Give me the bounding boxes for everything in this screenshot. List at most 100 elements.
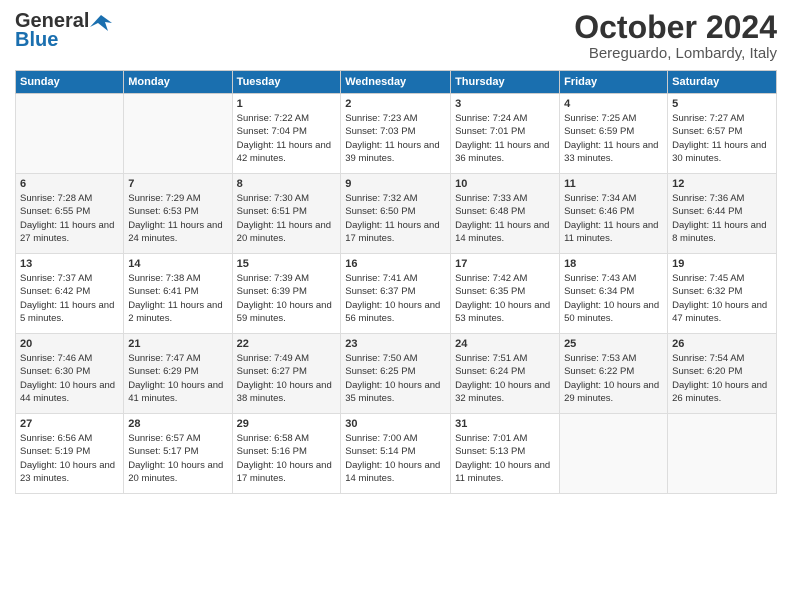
day-number: 12: [672, 178, 772, 190]
calendar-week-1: 1 Sunrise: 7:22 AM Sunset: 7:04 PM Daylig…: [16, 94, 777, 174]
calendar-cell: 29 Sunrise: 6:58 AM Sunset: 5:16 PM Dayli…: [232, 414, 341, 494]
day-info: Sunrise: 7:49 AM Sunset: 6:27 PM Dayligh…: [237, 352, 337, 405]
day-number: 3: [455, 98, 555, 110]
title-section: October 2024 Bereguardo, Lombardy, Italy: [574, 10, 777, 62]
day-number: 13: [20, 258, 119, 270]
day-info: Sunrise: 7:43 AM Sunset: 6:34 PM Dayligh…: [564, 272, 663, 325]
day-number: 1: [237, 98, 337, 110]
day-number: 7: [128, 178, 227, 190]
day-info: Sunrise: 7:45 AM Sunset: 6:32 PM Dayligh…: [672, 272, 772, 325]
day-info: Sunrise: 7:41 AM Sunset: 6:37 PM Dayligh…: [345, 272, 446, 325]
day-number: 22: [237, 338, 337, 350]
header: General Blue October 2024 Bereguardo, Lo…: [15, 10, 777, 62]
calendar-cell: [668, 414, 777, 494]
day-info: Sunrise: 7:51 AM Sunset: 6:24 PM Dayligh…: [455, 352, 555, 405]
day-number: 10: [455, 178, 555, 190]
calendar-cell: 28 Sunrise: 6:57 AM Sunset: 5:17 PM Dayli…: [124, 414, 232, 494]
day-number: 18: [564, 258, 663, 270]
calendar-cell: 24Sunrise: 7:51 AM Sunset: 6:24 PM Dayli…: [451, 334, 560, 414]
day-number: 28: [128, 418, 227, 430]
calendar-cell: 8Sunrise: 7:30 AM Sunset: 6:51 PM Daylig…: [232, 174, 341, 254]
day-info: Sunrise: 7:33 AM Sunset: 6:48 PM Dayligh…: [455, 192, 555, 245]
calendar-cell: 15Sunrise: 7:39 AM Sunset: 6:39 PM Dayli…: [232, 254, 341, 334]
day-info: Sunrise: 7:24 AM Sunset: 7:01 PM Dayligh…: [455, 112, 555, 165]
day-info: Sunrise: 7:53 AM Sunset: 6:22 PM Dayligh…: [564, 352, 663, 405]
day-number: 23: [345, 338, 446, 350]
day-info: Sunrise: 7:50 AM Sunset: 6:25 PM Dayligh…: [345, 352, 446, 405]
day-number: 14: [128, 258, 227, 270]
calendar-table: Sunday Monday Tuesday Wednesday Thursday…: [15, 70, 777, 494]
day-number: 16: [345, 258, 446, 270]
day-number: 29: [237, 418, 337, 430]
col-tuesday: Tuesday: [232, 71, 341, 94]
day-info: Sunrise: 7:37 AM Sunset: 6:42 PM Dayligh…: [20, 272, 119, 325]
calendar-cell: 5 Sunrise: 7:27 AM Sunset: 6:57 PM Daylig…: [668, 94, 777, 174]
day-info: Sunrise: 7:00 AM Sunset: 5:14 PM Dayligh…: [345, 432, 446, 485]
calendar-cell: 4 Sunrise: 7:25 AM Sunset: 6:59 PM Daylig…: [560, 94, 668, 174]
calendar-cell: 21 Sunrise: 7:47 AM Sunset: 6:29 PM Dayli…: [124, 334, 232, 414]
calendar-cell: 6 Sunrise: 7:28 AM Sunset: 6:55 PM Daylig…: [16, 174, 124, 254]
calendar-cell: 26Sunrise: 7:54 AM Sunset: 6:20 PM Dayli…: [668, 334, 777, 414]
calendar-cell: 2 Sunrise: 7:23 AM Sunset: 7:03 PM Daylig…: [341, 94, 451, 174]
day-info: Sunrise: 7:30 AM Sunset: 6:51 PM Dayligh…: [237, 192, 337, 245]
header-row: Sunday Monday Tuesday Wednesday Thursday…: [16, 71, 777, 94]
day-info: Sunrise: 6:57 AM Sunset: 5:17 PM Dayligh…: [128, 432, 227, 485]
calendar-cell: 9 Sunrise: 7:32 AM Sunset: 6:50 PM Daylig…: [341, 174, 451, 254]
day-number: 19: [672, 258, 772, 270]
day-info: Sunrise: 7:32 AM Sunset: 6:50 PM Dayligh…: [345, 192, 446, 245]
day-number: 9: [345, 178, 446, 190]
day-number: 20: [20, 338, 119, 350]
calendar-cell: 27Sunrise: 6:56 AM Sunset: 5:19 PM Dayli…: [16, 414, 124, 494]
day-info: Sunrise: 7:42 AM Sunset: 6:35 PM Dayligh…: [455, 272, 555, 325]
day-number: 31: [455, 418, 555, 430]
day-info: Sunrise: 6:58 AM Sunset: 5:16 PM Dayligh…: [237, 432, 337, 485]
calendar-cell: [560, 414, 668, 494]
day-info: Sunrise: 7:22 AM Sunset: 7:04 PM Dayligh…: [237, 112, 337, 165]
day-number: 4: [564, 98, 663, 110]
col-wednesday: Wednesday: [341, 71, 451, 94]
day-info: Sunrise: 6:56 AM Sunset: 5:19 PM Dayligh…: [20, 432, 119, 485]
calendar-cell: 25Sunrise: 7:53 AM Sunset: 6:22 PM Dayli…: [560, 334, 668, 414]
day-number: 2: [345, 98, 446, 110]
logo-bird-icon: [90, 13, 112, 31]
day-number: 6: [20, 178, 119, 190]
day-info: Sunrise: 7:25 AM Sunset: 6:59 PM Dayligh…: [564, 112, 663, 165]
location: Bereguardo, Lombardy, Italy: [574, 45, 777, 62]
main-container: General Blue October 2024 Bereguardo, Lo…: [0, 0, 792, 504]
calendar-week-5: 27Sunrise: 6:56 AM Sunset: 5:19 PM Dayli…: [16, 414, 777, 494]
col-monday: Monday: [124, 71, 232, 94]
day-info: Sunrise: 7:47 AM Sunset: 6:29 PM Dayligh…: [128, 352, 227, 405]
day-info: Sunrise: 7:38 AM Sunset: 6:41 PM Dayligh…: [128, 272, 227, 325]
calendar-cell: [124, 94, 232, 174]
calendar-cell: 22 Sunrise: 7:49 AM Sunset: 6:27 PM Dayli…: [232, 334, 341, 414]
day-info: Sunrise: 7:28 AM Sunset: 6:55 PM Dayligh…: [20, 192, 119, 245]
day-number: 26: [672, 338, 772, 350]
calendar-cell: 14 Sunrise: 7:38 AM Sunset: 6:41 PM Dayli…: [124, 254, 232, 334]
day-number: 5: [672, 98, 772, 110]
calendar-cell: 3 Sunrise: 7:24 AM Sunset: 7:01 PM Daylig…: [451, 94, 560, 174]
calendar-cell: 11Sunrise: 7:34 AM Sunset: 6:46 PM Dayli…: [560, 174, 668, 254]
month-title: October 2024: [574, 10, 777, 45]
calendar-cell: 16 Sunrise: 7:41 AM Sunset: 6:37 PM Dayli…: [341, 254, 451, 334]
day-info: Sunrise: 7:23 AM Sunset: 7:03 PM Dayligh…: [345, 112, 446, 165]
calendar-cell: 10 Sunrise: 7:33 AM Sunset: 6:48 PM Dayli…: [451, 174, 560, 254]
col-saturday: Saturday: [668, 71, 777, 94]
day-info: Sunrise: 7:34 AM Sunset: 6:46 PM Dayligh…: [564, 192, 663, 245]
calendar-cell: 7 Sunrise: 7:29 AM Sunset: 6:53 PM Daylig…: [124, 174, 232, 254]
day-info: Sunrise: 7:29 AM Sunset: 6:53 PM Dayligh…: [128, 192, 227, 245]
calendar-cell: 23 Sunrise: 7:50 AM Sunset: 6:25 PM Dayli…: [341, 334, 451, 414]
day-number: 21: [128, 338, 227, 350]
col-sunday: Sunday: [16, 71, 124, 94]
col-thursday: Thursday: [451, 71, 560, 94]
day-info: Sunrise: 7:27 AM Sunset: 6:57 PM Dayligh…: [672, 112, 772, 165]
calendar-cell: 20Sunrise: 7:46 AM Sunset: 6:30 PM Dayli…: [16, 334, 124, 414]
calendar-cell: 31 Sunrise: 7:01 AM Sunset: 5:13 PM Dayli…: [451, 414, 560, 494]
calendar-cell: [16, 94, 124, 174]
calendar-cell: 13 Sunrise: 7:37 AM Sunset: 6:42 PM Dayli…: [16, 254, 124, 334]
day-info: Sunrise: 7:36 AM Sunset: 6:44 PM Dayligh…: [672, 192, 772, 245]
calendar-cell: 30Sunrise: 7:00 AM Sunset: 5:14 PM Dayli…: [341, 414, 451, 494]
day-info: Sunrise: 7:01 AM Sunset: 5:13 PM Dayligh…: [455, 432, 555, 485]
calendar-cell: 12 Sunrise: 7:36 AM Sunset: 6:44 PM Dayli…: [668, 174, 777, 254]
calendar-week-3: 13 Sunrise: 7:37 AM Sunset: 6:42 PM Dayli…: [16, 254, 777, 334]
calendar-week-4: 20Sunrise: 7:46 AM Sunset: 6:30 PM Dayli…: [16, 334, 777, 414]
